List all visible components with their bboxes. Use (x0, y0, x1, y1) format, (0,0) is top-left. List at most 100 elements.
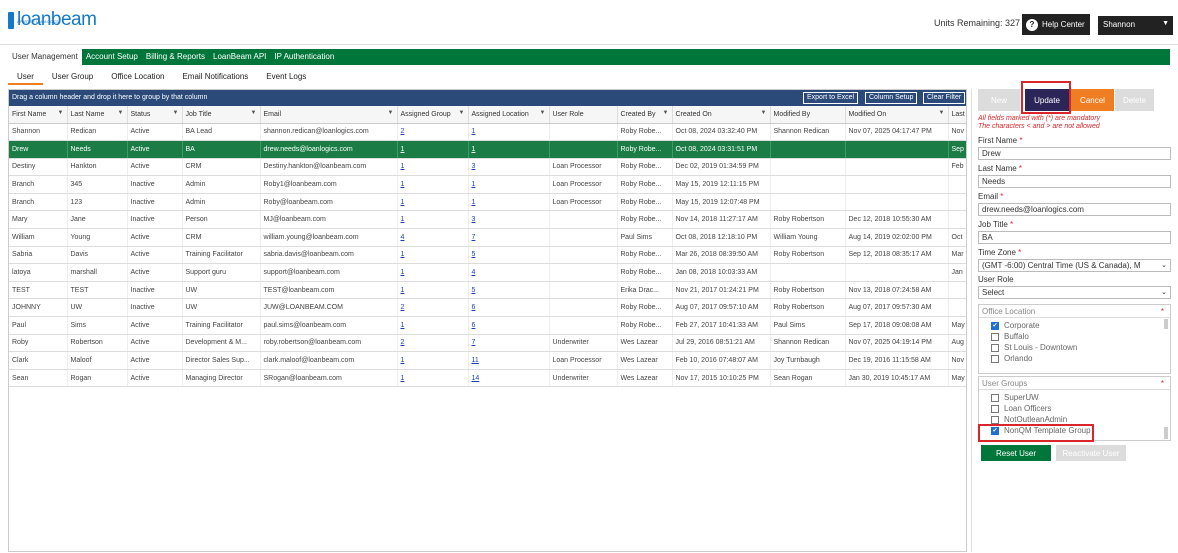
assigned-group-link[interactable]: 2 (401, 128, 405, 135)
column-header[interactable]: Status ▼ (127, 106, 183, 124)
subtab-event-logs[interactable]: Event Logs (257, 69, 315, 85)
checkbox-icon[interactable] (991, 332, 999, 341)
assigned-location-link[interactable]: 11 (472, 357, 479, 364)
checkbox-checked-icon[interactable]: ✔ (991, 321, 999, 330)
table-row[interactable]: JOHNNY UW Inactive UW JUW@LOANBEAM.COM 2 6 Roby… (9, 298, 966, 318)
table-row[interactable]: Mary Jane Inactive Person MJ@loanbeam.com 1 3 R… (9, 210, 966, 230)
assigned-group-link[interactable]: 1 (401, 216, 405, 223)
table-row[interactable]: Branch 345 Inactive Admin Roby1@loanbeam.com… (9, 175, 966, 194)
table-row[interactable]: Roby Robertson Active Development & M... rob… (9, 334, 966, 353)
filter-icon[interactable]: ▼ (459, 110, 465, 116)
assigned-group-link[interactable]: 1 (401, 357, 405, 364)
filter-icon[interactable]: ▼ (939, 110, 945, 116)
table-row[interactable]: Paul Sims Active Training Facilitator paul.s… (9, 316, 966, 335)
column-header[interactable]: Created On ▼ (672, 106, 771, 124)
table-row[interactable]: Clark Maloof Active Director Sales Sup... cl… (9, 351, 966, 370)
assigned-group-link[interactable]: 4 (401, 234, 405, 241)
column-header[interactable]: Last Name ▼ (67, 106, 128, 124)
subtab-user-group[interactable]: User Group (43, 69, 102, 85)
export-excel-button[interactable]: Export to Excel (803, 92, 859, 104)
assigned-group-link[interactable]: 1 (401, 375, 405, 382)
assigned-location-link[interactable]: 1 (472, 199, 476, 206)
checkbox-icon[interactable] (991, 404, 999, 413)
time-zone-select[interactable]: (GMT -6:00) Central Time (US & Canada), … (978, 259, 1171, 272)
column-header[interactable]: Assigned Group ▼ (397, 106, 469, 124)
tab-user-management[interactable]: User Management (8, 49, 82, 65)
assigned-location-link[interactable]: 6 (472, 304, 476, 311)
column-header[interactable]: Email ▼ (260, 106, 398, 124)
column-header[interactable]: First Name ▼ (9, 106, 68, 124)
reactivate-user-button[interactable]: Reactivate User (1056, 445, 1126, 461)
tab-ip-authentication[interactable]: IP Authentication (270, 49, 338, 65)
assigned-location-link[interactable]: 3 (472, 216, 476, 223)
cancel-button[interactable]: Cancel (1071, 89, 1114, 111)
assigned-location-link[interactable]: 1 (472, 128, 476, 135)
checkbox-item[interactable]: SuperUW (979, 392, 1170, 403)
help-center-button[interactable]: ? Help Center (1022, 14, 1090, 35)
assigned-group-link[interactable]: 1 (401, 287, 405, 294)
filter-icon[interactable]: ▼ (58, 110, 64, 116)
filter-icon[interactable]: ▼ (388, 110, 394, 116)
filter-icon[interactable]: ▼ (663, 110, 669, 116)
checkbox-icon[interactable] (991, 354, 999, 363)
assigned-location-link[interactable]: 6 (472, 322, 476, 329)
checkbox-icon[interactable] (991, 415, 999, 424)
assigned-group-link[interactable]: 1 (401, 322, 405, 329)
table-row[interactable]: TEST TEST Inactive UW TEST@loanbeam.com 1 5 Eri… (9, 281, 966, 300)
table-row[interactable]: William Young Active CRM william.young@loanb… (9, 228, 966, 247)
office-scrollbar[interactable] (1164, 319, 1168, 329)
table-row[interactable]: Sabria Davis Active Training Facilitator sab… (9, 246, 966, 265)
tab-account-setup[interactable]: Account Setup (82, 49, 142, 65)
filter-icon[interactable]: ▼ (118, 110, 124, 116)
groups-scrollbar[interactable] (1164, 427, 1168, 439)
assigned-group-link[interactable]: 1 (401, 146, 405, 153)
assigned-location-link[interactable]: 7 (472, 339, 476, 346)
user-dropdown[interactable]: Shannon ▼ (1098, 16, 1173, 35)
table-row[interactable]: Sean Rogan Active Managing Director SRogan@l… (9, 369, 966, 388)
column-header[interactable]: Job Title ▼ (182, 106, 261, 124)
user-role-select[interactable]: Select ⌄ (978, 286, 1171, 299)
assigned-group-link[interactable]: 1 (401, 269, 405, 276)
table-row[interactable]: Shannon Redican Active BA Lead shannon.redic… (9, 123, 966, 142)
column-header[interactable]: Assigned Location ▼ (468, 106, 550, 124)
column-header[interactable]: Last (948, 106, 966, 124)
new-button[interactable]: New (978, 89, 1020, 111)
table-row[interactable]: Branch 123 Inactive Admin Roby@loanbeam.com 1… (9, 193, 966, 212)
checkbox-item[interactable]: ✔ Corporate (979, 320, 1170, 331)
filter-icon[interactable]: ▼ (173, 110, 179, 116)
assigned-location-link[interactable]: 5 (472, 287, 476, 294)
table-row[interactable]: Destiny Hankton Active CRM Destiny.hankton@l… (9, 158, 966, 177)
assigned-group-link[interactable]: 1 (401, 251, 405, 258)
filter-icon[interactable]: ▼ (251, 110, 257, 116)
checkbox-icon[interactable] (991, 393, 999, 402)
clear-filter-button[interactable]: Clear Filter (923, 92, 966, 104)
assigned-location-link[interactable]: 1 (472, 181, 476, 188)
assigned-location-link[interactable]: 3 (472, 163, 476, 170)
assigned-group-link[interactable]: 2 (401, 339, 405, 346)
assigned-location-link[interactable]: 4 (472, 269, 476, 276)
tab-billing-reports[interactable]: Billing & Reports (142, 49, 209, 65)
table-row[interactable]: latoya marshall Active Support guru support@… (9, 263, 966, 282)
subtab-email-notifications[interactable]: Email Notifications (173, 69, 257, 85)
assigned-location-link[interactable]: 1 (472, 146, 476, 153)
assigned-location-link[interactable]: 5 (472, 251, 476, 258)
column-setup-button[interactable]: Column Setup (865, 92, 918, 104)
email-field[interactable]: drew.needs@loanlogics.com (978, 203, 1171, 216)
filter-icon[interactable]: ▼ (540, 110, 546, 116)
column-header[interactable]: Modified On ▼ (845, 106, 949, 124)
checkbox-item[interactable]: Loan Officers (979, 403, 1170, 414)
column-header[interactable]: User Role (549, 106, 618, 124)
assigned-group-link[interactable]: 1 (401, 181, 405, 188)
assigned-group-link[interactable]: 1 (401, 163, 405, 170)
checkbox-item[interactable]: St Louis - Downtown (979, 342, 1170, 353)
assigned-group-link[interactable]: 2 (401, 304, 405, 311)
subtab-user[interactable]: User (8, 69, 43, 85)
checkbox-item[interactable]: Buffalo (979, 331, 1170, 342)
checkbox-icon[interactable] (991, 343, 999, 352)
group-by-bar[interactable]: Drag a column header and drop it here to… (9, 90, 966, 106)
column-header[interactable]: Modified By (770, 106, 846, 124)
tab-loanbeam-api[interactable]: LoanBeam API (209, 49, 270, 65)
filter-icon[interactable]: ▼ (761, 110, 767, 116)
assigned-group-link[interactable]: 1 (401, 199, 405, 206)
subtab-office-location[interactable]: Office Location (102, 69, 173, 85)
